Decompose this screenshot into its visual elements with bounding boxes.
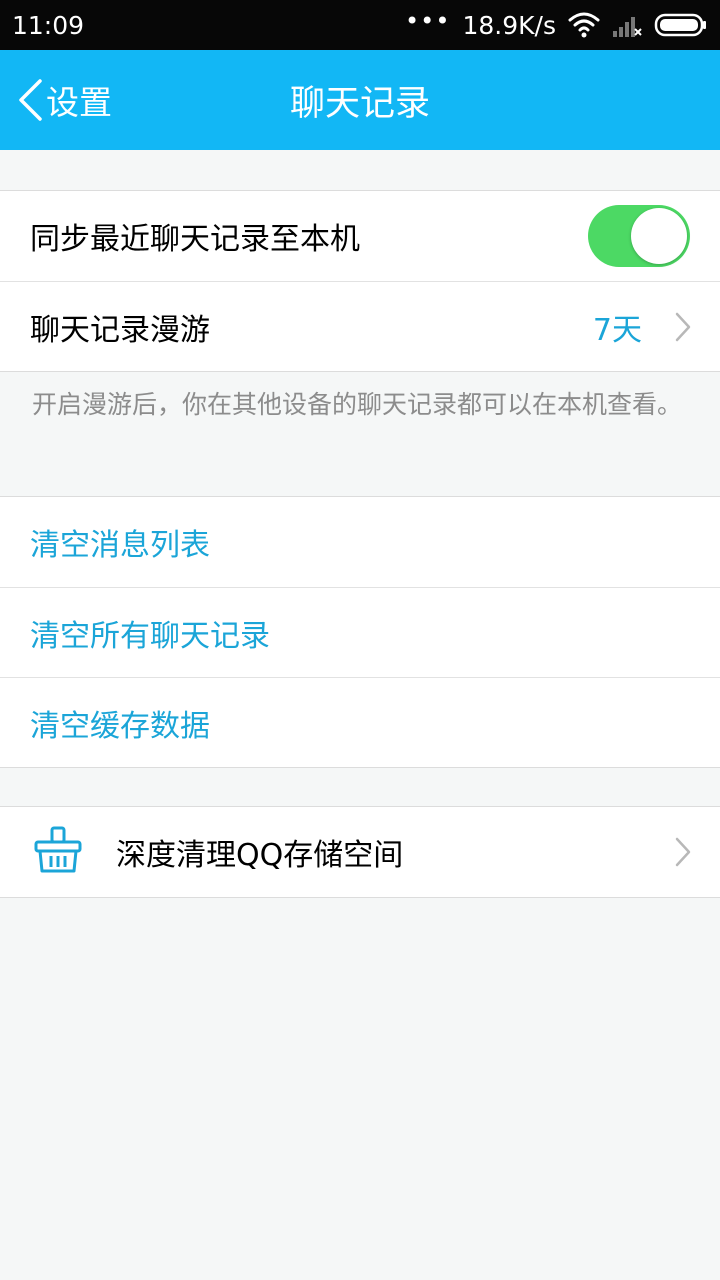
- sync-section: 同步最近聊天记录至本机 聊天记录漫游 7天: [0, 190, 720, 372]
- wifi-icon: [568, 12, 600, 38]
- basket-icon: [34, 826, 82, 873]
- sync-toggle[interactable]: [588, 205, 690, 267]
- back-button[interactable]: 设置: [16, 50, 112, 150]
- roaming-label: 聊天记录漫游: [30, 312, 210, 348]
- status-indicators: ••• 18.9K/s: [405, 7, 708, 40]
- clear-message-list-button[interactable]: 清空消息列表: [0, 497, 720, 587]
- back-label: 设置: [46, 83, 112, 122]
- deep-clean-section: 深度清理QQ存储空间: [0, 806, 720, 898]
- battery-icon: [654, 13, 706, 37]
- clear-cache-button[interactable]: 清空缓存数据: [0, 677, 720, 767]
- clear-all-chat-history-button[interactable]: 清空所有聊天记录: [0, 587, 720, 677]
- roaming-row[interactable]: 聊天记录漫游 7天: [0, 281, 720, 371]
- network-speed: 18.9K/s: [462, 10, 556, 40]
- clear-section: 清空消息列表 清空所有聊天记录 清空缓存数据: [0, 496, 720, 768]
- status-time: 11:09: [12, 10, 85, 40]
- signal-icon: [613, 17, 642, 37]
- clear-cache-label: 清空缓存数据: [30, 708, 210, 744]
- toggle-knob: [631, 208, 687, 264]
- title-bar: 设置 聊天记录: [0, 50, 720, 150]
- deep-clean-label: 深度清理QQ存储空间: [116, 838, 404, 873]
- roaming-hint: 开启漫游后，你在其他设备的聊天记录都可以在本机查看。: [32, 390, 683, 419]
- deep-clean-row[interactable]: 深度清理QQ存储空间: [0, 807, 720, 897]
- roaming-value: 7天: [592, 313, 642, 348]
- status-bar: 11:09 ••• 18.9K/s: [0, 0, 720, 50]
- sync-label: 同步最近聊天记录至本机: [30, 222, 360, 257]
- chevron-left-icon: [19, 79, 42, 121]
- clear-all-chat-history-label: 清空所有聊天记录: [30, 618, 270, 654]
- chevron-right-icon: [675, 312, 691, 342]
- chevron-right-icon: [675, 837, 691, 867]
- sync-row: 同步最近聊天记录至本机: [0, 191, 720, 281]
- clear-message-list-label: 清空消息列表: [30, 528, 210, 563]
- notification-dots: •••: [405, 7, 451, 35]
